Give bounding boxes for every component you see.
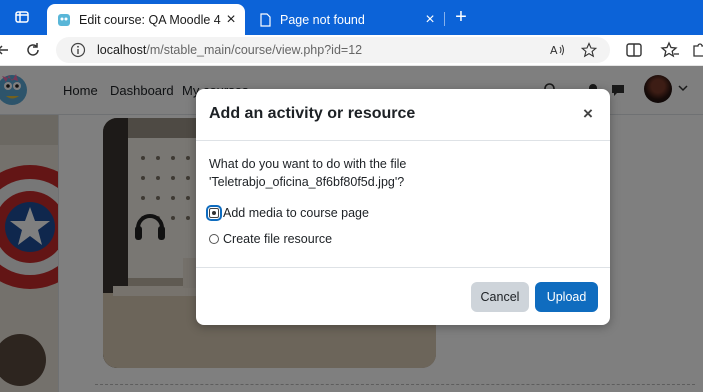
extensions-icon[interactable] [690,40,703,60]
tab-page-not-found[interactable]: Page not found × [248,4,444,35]
option-create-file-resource[interactable]: Create file resource [209,232,332,246]
moodle-favicon-icon [58,13,70,26]
upload-button[interactable]: Upload [535,282,598,312]
tab-edit-course[interactable]: Edit course: QA Moodle 4.4 | stab × [47,4,245,35]
modal-title: Add an activity or resource [209,105,416,122]
cancel-button[interactable]: Cancel [471,282,529,312]
question-filename: 'Teletrabjo_oficina_8f6bf80f5d.jpg'? [209,175,405,189]
split-screen-icon[interactable] [624,40,644,60]
tab-close-icon[interactable]: × [420,11,440,29]
close-icon[interactable]: × [580,105,596,123]
workspaces-icon[interactable] [14,9,30,25]
upload-question: What do you want to do with the file 'Te… [209,155,599,191]
url-text: localhost/m/stable_main/course/view.php?… [97,43,362,57]
browser-tab-bar: Edit course: QA Moodle 4.4 | stab × Page… [0,0,703,35]
tab-title: Edit course: QA Moodle 4.4 | stab [79,12,221,27]
tab-close-icon[interactable]: × [221,11,241,29]
tab-title: Page not found [280,12,365,27]
url-path: /m/stable_main/course/view.php?id=12 [146,43,363,57]
address-bar[interactable]: localhost/m/stable_main/course/view.php?… [56,37,610,63]
question-line-1: What do you want to do with the file [209,157,407,171]
star-icon[interactable] [581,42,597,58]
back-arrow-icon[interactable] [0,40,16,60]
reload-icon[interactable] [23,40,43,60]
svg-text:A: A [550,44,558,57]
favorites-icon[interactable] [660,40,680,60]
radio-add-media[interactable] [206,205,222,221]
modal-body: What do you want to do with the file 'Te… [206,155,599,246]
modal-header: Add an activity or resource × [196,89,610,141]
add-activity-dialog: Add an activity or resource × What do yo… [196,89,610,325]
browser-toolbar: localhost/m/stable_main/course/view.php?… [0,35,703,66]
option-add-media[interactable]: Add media to course page [206,205,369,221]
tab-divider [444,12,445,26]
read-aloud-icon[interactable]: A [549,42,565,58]
modal-footer: Cancel Upload [196,267,610,326]
option-label: Create file resource [223,232,333,246]
url-host: localhost [97,43,147,57]
page-favicon-icon [260,12,271,27]
info-icon[interactable] [70,42,86,58]
new-tab-button[interactable]: + [451,7,471,27]
option-label: Add media to course page [223,206,369,220]
radio-create-file-resource[interactable] [209,234,219,244]
